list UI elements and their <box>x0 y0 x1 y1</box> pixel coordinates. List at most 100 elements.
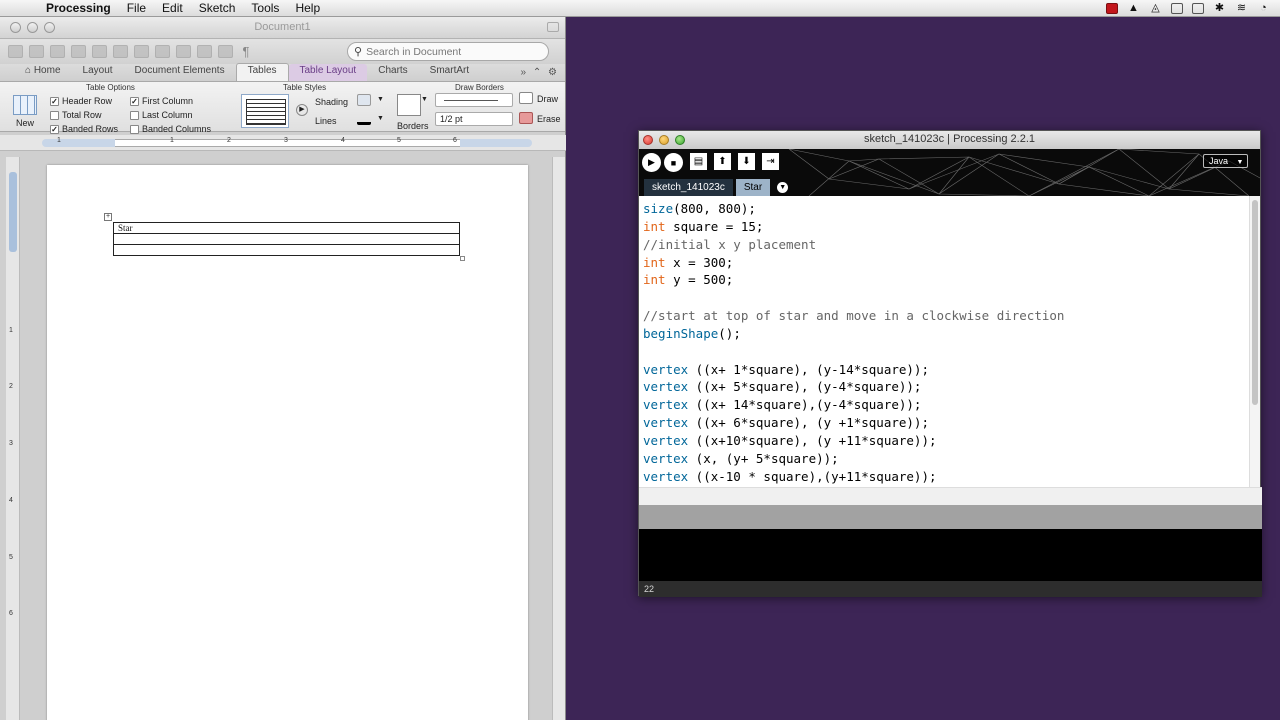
tab-sketch-main[interactable]: sketch_141023c <box>644 179 733 196</box>
save-icon[interactable] <box>71 45 86 58</box>
bluetooth-status-icon[interactable]: ✱ <box>1213 2 1226 14</box>
chevron-down-icon[interactable]: ▼ <box>377 96 384 103</box>
pen-icon[interactable] <box>357 113 371 125</box>
eraser-icon[interactable] <box>519 112 533 124</box>
menu-help[interactable]: Help <box>287 0 328 17</box>
bookmark-status-icon[interactable]: ▲ <box>1127 2 1140 14</box>
tab-layout[interactable]: Layout <box>72 64 124 81</box>
code-line[interactable] <box>643 289 1251 307</box>
export-icon[interactable]: ⇥ <box>762 153 779 170</box>
run-icon[interactable]: ▶ <box>642 153 661 172</box>
menu-sketch[interactable]: Sketch <box>191 0 244 17</box>
code-line[interactable]: vertex (x, (y+ 5*square)); <box>643 450 1251 468</box>
redo-icon[interactable] <box>218 45 233 58</box>
record-status-icon[interactable] <box>1106 2 1118 14</box>
banded-rows-checkbox[interactable]: ✓ Banded Rows <box>50 124 118 134</box>
code-line[interactable]: vertex ((x+10*square), (y +11*square)); <box>643 432 1251 450</box>
code-line[interactable]: //start at top of star and move in a clo… <box>643 307 1251 325</box>
paste-icon[interactable] <box>155 45 170 58</box>
vertical-ruler[interactable]: 1 2 3 4 5 6 <box>6 157 20 720</box>
last-column-checkbox[interactable]: Last Column <box>130 110 193 120</box>
shading-label[interactable]: Shading <box>315 97 348 107</box>
code-line[interactable]: int y = 500; <box>643 271 1251 289</box>
total-row-checkbox[interactable]: Total Row <box>50 110 102 120</box>
erase-label[interactable]: Erase <box>537 114 561 124</box>
time-machine-status-icon[interactable]: ◔ <box>1257 2 1270 14</box>
header-row-checkbox[interactable]: ✓ Header Row <box>50 96 112 106</box>
document-page[interactable]: + Star <box>47 165 528 720</box>
code-line[interactable]: vertex ((x+ 1*square), (y-14*square)); <box>643 361 1251 379</box>
code-line[interactable]: size(800, 800); <box>643 200 1251 218</box>
chevron-down-icon[interactable]: ▼ <box>421 96 428 103</box>
new-sketch-icon[interactable]: ▤ <box>690 153 707 170</box>
code-editor[interactable]: size(800, 800); int square = 15;//initial… <box>639 196 1251 487</box>
table-cell[interactable] <box>113 244 460 256</box>
templates-icon[interactable] <box>29 45 44 58</box>
pilcrow-icon[interactable]: ¶ <box>239 44 253 59</box>
print-icon[interactable] <box>92 45 107 58</box>
copy-icon[interactable] <box>134 45 149 58</box>
line-style-dropdown[interactable] <box>435 93 513 107</box>
document-table[interactable]: Star <box>113 222 460 256</box>
draw-label[interactable]: Draw <box>537 94 558 104</box>
table-move-handle-icon[interactable]: + <box>104 213 112 221</box>
gallery-expand-icon[interactable]: ▶ <box>296 104 308 116</box>
scroll-thumb[interactable] <box>1252 200 1258 405</box>
stop-icon[interactable]: ■ <box>664 153 683 172</box>
save-sketch-icon[interactable]: ⬇ <box>738 153 755 170</box>
open-icon[interactable] <box>50 45 65 58</box>
undo-icon[interactable] <box>197 45 212 58</box>
tab-home[interactable]: ⌂ Home <box>14 64 72 81</box>
drive-status-icon[interactable]: ◬ <box>1149 2 1162 14</box>
code-line[interactable]: beginShape(); <box>643 325 1251 343</box>
editor-horizontal-scrollbar[interactable] <box>639 487 1262 505</box>
line-weight-dropdown[interactable]: 1/2 pt <box>435 112 513 126</box>
draw-table-icon[interactable] <box>519 92 533 104</box>
chevron-down-icon[interactable]: ▼ <box>377 115 384 122</box>
format-painter-icon[interactable] <box>176 45 191 58</box>
tab-smartart[interactable]: SmartArt <box>419 64 480 81</box>
search-input[interactable]: ⚲ Search in Document <box>347 42 549 61</box>
code-line[interactable]: vertex ((x+ 14*square),(y-4*square)); <box>643 396 1251 414</box>
code-line[interactable]: vertex ((x+ 6*square), (y +1*square)); <box>643 414 1251 432</box>
banded-columns-checkbox[interactable]: Banded Columns <box>130 124 211 134</box>
table-style-gallery[interactable] <box>241 94 289 128</box>
code-line[interactable]: vertex ((x+ 5*square), (y-4*square)); <box>643 378 1251 396</box>
code-line[interactable]: int square = 15; <box>643 218 1251 236</box>
horizontal-ruler[interactable]: 1 1 2 3 4 5 6 <box>0 135 566 151</box>
new-document-icon[interactable] <box>8 45 23 58</box>
lines-label[interactable]: Lines <box>315 116 337 126</box>
open-sketch-icon[interactable]: ⬆ <box>714 153 731 170</box>
table-cell[interactable] <box>113 233 460 245</box>
new-table-button[interactable]: New <box>11 95 39 128</box>
clipboard-status-icon[interactable] <box>1171 2 1183 14</box>
tab-charts[interactable]: Charts <box>367 64 418 81</box>
borders-button[interactable] <box>397 94 421 116</box>
toolbar-toggle-icon[interactable] <box>547 22 559 32</box>
code-line[interactable]: int x = 300; <box>643 254 1251 272</box>
table-cell[interactable]: Star <box>113 222 460 234</box>
airplay-status-icon[interactable] <box>1192 2 1204 14</box>
menu-edit[interactable]: Edit <box>154 0 191 17</box>
code-line[interactable]: vertex ((x-10 * square),(y+11*square)); <box>643 468 1251 486</box>
console-area[interactable] <box>639 529 1262 581</box>
cut-icon[interactable] <box>113 45 128 58</box>
menu-file[interactable]: File <box>119 0 154 17</box>
mode-dropdown[interactable]: Java ▼ <box>1203 154 1248 168</box>
menu-app-name[interactable]: Processing <box>38 0 119 17</box>
tab-table-layout[interactable]: Table Layout <box>288 64 368 81</box>
tab-star[interactable]: Star <box>735 179 771 196</box>
tab-tables[interactable]: Tables <box>235 63 289 81</box>
code-line[interactable] <box>643 343 1251 361</box>
tab-document-elements[interactable]: Document Elements <box>124 64 236 81</box>
ribbon-overflow-icon[interactable]: » ⌃ ⚙ <box>521 67 559 78</box>
paint-bucket-icon[interactable] <box>357 94 371 106</box>
wifi-status-icon[interactable]: ≋ <box>1235 2 1248 14</box>
table-resize-handle[interactable] <box>460 256 465 261</box>
menu-tools[interactable]: Tools <box>243 0 287 17</box>
editor-vertical-scrollbar[interactable] <box>1249 196 1260 487</box>
code-line[interactable]: //initial x y placement <box>643 236 1251 254</box>
word-vertical-scrollbar[interactable] <box>552 157 565 720</box>
first-column-checkbox[interactable]: ✓ First Column <box>130 96 193 106</box>
tab-menu-icon[interactable]: ▼ <box>777 182 789 193</box>
